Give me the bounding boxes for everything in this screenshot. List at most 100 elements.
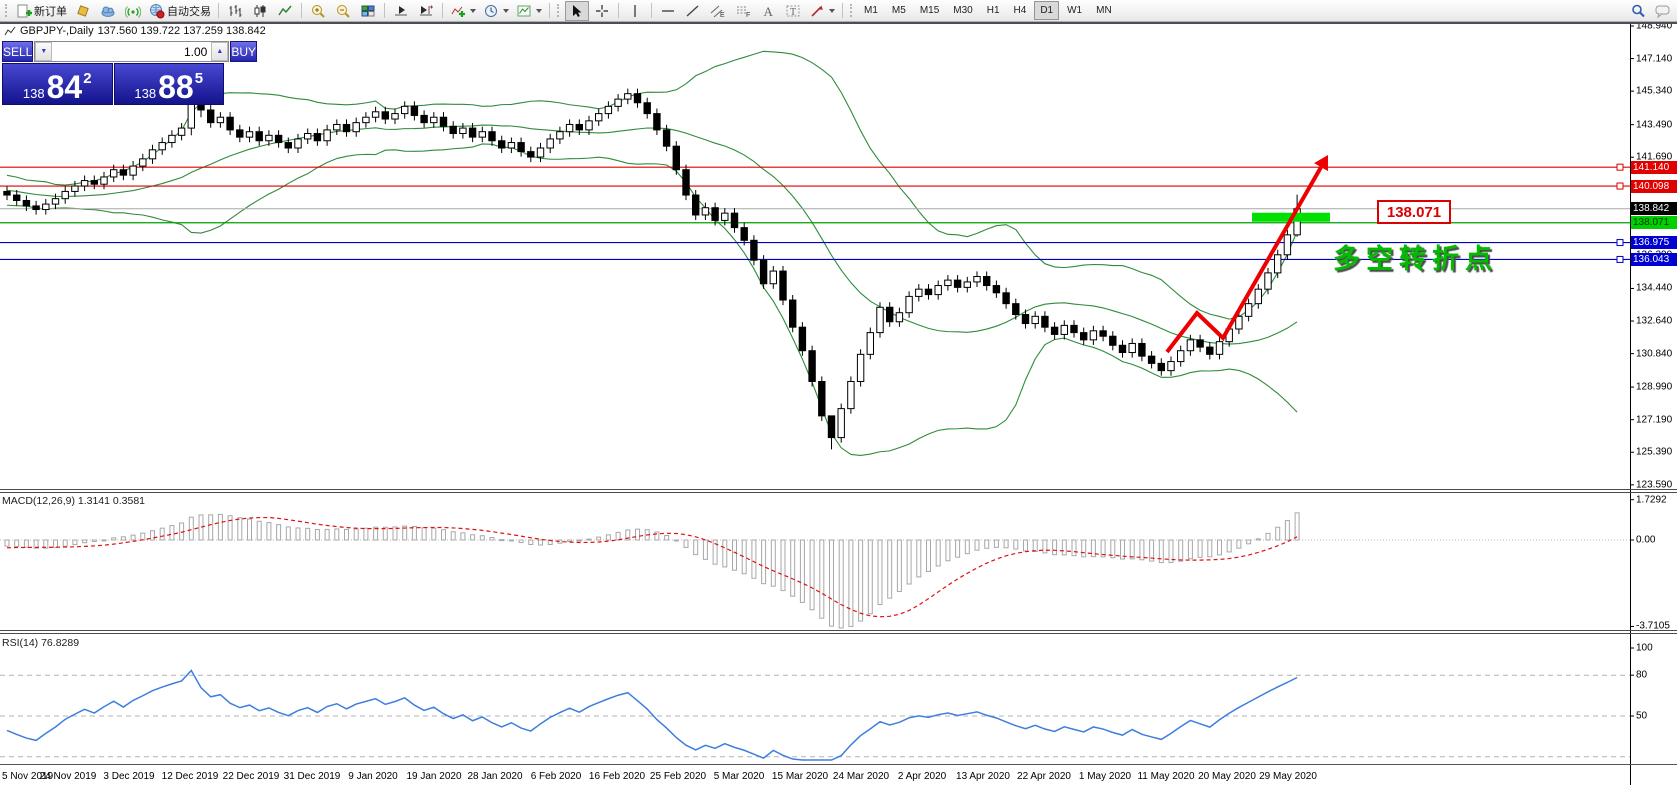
chart-title-row: GBPJPY-,Daily 137.560 139.722 137.259 13… (4, 25, 266, 37)
buy-price-tile[interactable]: 138 88 5 (114, 63, 225, 105)
macd-pane-label: MACD(12,26,9) 1.3141 0.3581 (2, 495, 145, 507)
date-axis-label: 9 Jan 2020 (348, 771, 398, 782)
timeframe-button-H4[interactable]: H4 (1008, 1, 1033, 20)
timeframe-button-M5[interactable]: M5 (886, 1, 912, 20)
date-axis-label: 22 Apr 2020 (1017, 771, 1071, 782)
periods-button[interactable] (480, 1, 512, 21)
search-icon (1630, 3, 1646, 19)
cursor-button[interactable] (565, 1, 589, 21)
zoom-out-button[interactable] (331, 1, 355, 21)
rsi-axis-tick: 80 (1636, 670, 1647, 681)
date-axis-label: 12 Dec 2019 (162, 771, 219, 782)
indicators-button[interactable] (447, 1, 479, 21)
svg-text:E: E (720, 12, 725, 19)
price-axis-tick: 134.440 (1636, 283, 1672, 294)
gold-cube-icon (75, 3, 91, 19)
toolbar-separator (842, 3, 843, 18)
chat-button[interactable] (1651, 1, 1675, 21)
crosshair-button[interactable] (590, 1, 614, 21)
auto-scroll-button[interactable] (389, 1, 413, 21)
timeframe-button-W1[interactable]: W1 (1061, 1, 1088, 20)
volume-input[interactable] (52, 42, 211, 61)
auto-trading-button[interactable]: 自动交易 (146, 1, 214, 21)
timeframe-button-D1[interactable]: D1 (1034, 1, 1059, 20)
toolbar-separator (218, 3, 219, 18)
chinese-annotation-text[interactable]: 多空转折点 (1333, 237, 1498, 276)
chart-title-icon (4, 25, 16, 37)
fibonacci-button[interactable]: F (731, 1, 755, 21)
auto-scroll-icon (393, 3, 409, 19)
date-axis-label: 24 Mar 2020 (833, 771, 889, 782)
sell-button[interactable]: SELL (2, 41, 33, 62)
zoom-in-icon (310, 3, 326, 19)
date-axis-label: 31 Dec 2019 (284, 771, 341, 782)
text-icon: A (760, 3, 776, 19)
rsi-pane-label: RSI(14) 76.8289 (2, 637, 79, 649)
sell-price-tile[interactable]: 138 84 2 (2, 63, 113, 105)
date-axis-label: 6 Feb 2020 (531, 771, 582, 782)
price-annotation-box[interactable]: 138.071 (1377, 200, 1451, 224)
macd-axis-tick: 0.00 (1636, 535, 1655, 546)
dropdown-caret-icon (503, 9, 509, 13)
buy-button[interactable]: BUY (230, 41, 257, 62)
search-button[interactable] (1626, 1, 1650, 21)
toolbar-grip (850, 4, 854, 17)
chart-shift-icon (418, 3, 434, 19)
trade-controls-row: SELL ▼ ▲ BUY (2, 41, 224, 62)
line-chart-icon (277, 3, 293, 19)
candlestick-chart-button[interactable] (248, 1, 272, 21)
price-line-label: 138.842 (1631, 202, 1677, 215)
date-axis-label: 29 May 2020 (1259, 771, 1317, 782)
svg-text:F: F (746, 12, 750, 19)
svg-text:A: A (764, 4, 774, 19)
price-line-label: 138.071 (1631, 216, 1677, 229)
horizontal-line-icon (660, 3, 676, 19)
clock-icon (483, 3, 499, 19)
price-line-label: 136.043 (1631, 253, 1677, 266)
timeframe-button-M15[interactable]: M15 (914, 1, 945, 20)
templates-button[interactable] (513, 1, 545, 21)
volume-increase-button[interactable]: ▲ (211, 42, 228, 61)
price-line-label: 140.098 (1631, 180, 1677, 193)
date-axis-label: 28 Jan 2020 (467, 771, 522, 782)
market-watch-button[interactable] (71, 1, 95, 21)
chart-shift-button[interactable] (414, 1, 438, 21)
date-axis-label: 25 Feb 2020 (650, 771, 706, 782)
timeframe-button-H1[interactable]: H1 (981, 1, 1006, 20)
window-top-edge (0, 22, 1677, 24)
rsi-axis-tick: 50 (1636, 711, 1647, 722)
rsi-axis-tick: 100 (1636, 643, 1653, 654)
sell-price-sup: 2 (83, 70, 91, 87)
new-order-button[interactable]: 新订单 (13, 1, 70, 21)
text-button[interactable]: A (756, 1, 780, 21)
equidistant-channel-icon: E (710, 3, 726, 19)
new-order-icon (16, 3, 32, 19)
date-axis-label: 20 May 2020 (1198, 771, 1256, 782)
date-axis-label: 22 Dec 2019 (223, 771, 280, 782)
zoom-in-button[interactable] (306, 1, 330, 21)
price-line-label: 136.975 (1631, 236, 1677, 249)
timeframe-button-M30[interactable]: M30 (947, 1, 978, 20)
equidistant-channel-button[interactable]: E (706, 1, 730, 21)
timeframe-button-MN[interactable]: MN (1090, 1, 1118, 20)
text-label-button[interactable]: T (781, 1, 805, 21)
price-line-label: 141.140 (1631, 161, 1677, 174)
horizontal-line-button[interactable] (656, 1, 680, 21)
date-axis-label: 13 Apr 2020 (956, 771, 1010, 782)
timeframe-button-M1[interactable]: M1 (858, 1, 884, 20)
volume-decrease-button[interactable]: ▼ (35, 42, 52, 61)
toolbar-grip (557, 4, 561, 17)
signals-button[interactable] (121, 1, 145, 21)
fibonacci-icon: F (735, 3, 751, 19)
vertical-line-button[interactable] (623, 1, 647, 21)
toolbar-separator (618, 3, 619, 18)
volume-box: ▼ ▲ (34, 41, 229, 62)
arrows-tool-button[interactable] (806, 1, 838, 21)
sell-price-prefix: 138 (23, 87, 45, 100)
community-button[interactable] (96, 1, 120, 21)
line-chart-button[interactable] (273, 1, 297, 21)
tile-windows-button[interactable] (356, 1, 380, 21)
bar-chart-button[interactable] (223, 1, 247, 21)
buy-price-sup: 5 (195, 70, 203, 87)
trendline-button[interactable] (681, 1, 705, 21)
